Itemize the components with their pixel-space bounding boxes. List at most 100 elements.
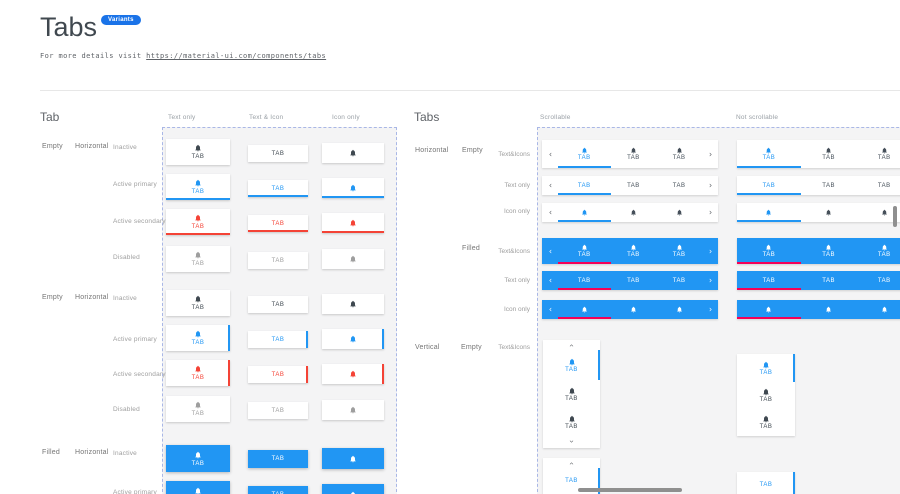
- tab[interactable]: TAB: [737, 176, 801, 195]
- tab-card[interactable]: TAB: [248, 180, 308, 197]
- tab-card[interactable]: TAB: [166, 174, 230, 200]
- tab[interactable]: [611, 203, 657, 222]
- scroll-down-button[interactable]: [543, 436, 600, 446]
- tab-card[interactable]: TAB: [248, 331, 308, 348]
- tab-card[interactable]: [322, 294, 384, 314]
- tab-card[interactable]: TAB: [248, 450, 308, 468]
- tab[interactable]: TAB: [856, 140, 900, 168]
- tab-card[interactable]: [322, 448, 384, 469]
- tab[interactable]: TAB: [801, 176, 857, 195]
- tab[interactable]: TAB: [611, 176, 657, 195]
- tab-card[interactable]: TAB: [248, 486, 308, 494]
- chevron-left-icon: [547, 182, 554, 189]
- tab-card[interactable]: TAB: [166, 209, 230, 235]
- tab-label: TAB: [192, 224, 205, 230]
- scroll-right-button[interactable]: [702, 271, 718, 290]
- tab-card[interactable]: [322, 143, 384, 163]
- tab[interactable]: TAB: [558, 238, 611, 264]
- tab[interactable]: [611, 300, 657, 319]
- scroll-up-button[interactable]: [543, 458, 600, 468]
- scroll-right-button[interactable]: [702, 203, 718, 222]
- tab-card[interactable]: [322, 364, 384, 384]
- bell-icon: [630, 244, 637, 251]
- scroll-right-button[interactable]: [702, 238, 718, 264]
- tab[interactable]: TAB: [737, 382, 795, 409]
- tab-label: TAB: [192, 154, 205, 160]
- docs-link[interactable]: https://material-ui.com/components/tabs: [146, 52, 326, 60]
- tab[interactable]: TAB: [801, 140, 857, 168]
- tab[interactable]: TAB: [611, 271, 657, 290]
- tab-card[interactable]: TAB: [166, 290, 230, 316]
- tab[interactable]: TAB: [737, 472, 795, 494]
- tab-card[interactable]: TAB: [166, 445, 230, 472]
- group-orientation-label: Horizontal: [75, 294, 109, 301]
- tab[interactable]: TAB: [543, 350, 600, 380]
- tab[interactable]: TAB: [737, 354, 795, 382]
- tab[interactable]: TAB: [543, 380, 600, 408]
- tab-card[interactable]: TAB: [248, 145, 308, 162]
- tab[interactable]: [801, 300, 857, 319]
- scroll-left-button[interactable]: [542, 238, 558, 264]
- tab-card[interactable]: TAB: [166, 246, 230, 272]
- tab[interactable]: [656, 300, 702, 319]
- tab[interactable]: [737, 203, 801, 222]
- scroll-right-button[interactable]: [702, 300, 718, 319]
- tab[interactable]: [856, 300, 900, 319]
- tab[interactable]: TAB: [737, 140, 801, 168]
- scroll-left-button[interactable]: [542, 271, 558, 290]
- active-indicator: [322, 231, 384, 233]
- tab[interactable]: TAB: [543, 408, 600, 436]
- tab-card[interactable]: TAB: [248, 215, 308, 232]
- tab-label: TAB: [822, 183, 835, 189]
- tab[interactable]: TAB: [611, 140, 657, 168]
- tab[interactable]: TAB: [737, 238, 801, 264]
- tab-card[interactable]: TAB: [166, 139, 230, 165]
- tab[interactable]: TAB: [801, 238, 857, 264]
- active-indicator: [248, 195, 308, 197]
- horizontal-scrollbar[interactable]: [578, 488, 682, 492]
- tab[interactable]: TAB: [856, 176, 900, 195]
- tab-card[interactable]: [322, 213, 384, 233]
- tab-card[interactable]: TAB: [166, 481, 230, 494]
- tab-card[interactable]: TAB: [166, 396, 230, 422]
- tab[interactable]: TAB: [558, 176, 611, 195]
- tab[interactable]: [558, 203, 611, 222]
- tab-card[interactable]: TAB: [166, 325, 230, 351]
- tab-card[interactable]: TAB: [248, 402, 308, 419]
- state-label: Disabled: [113, 406, 140, 413]
- tab[interactable]: [558, 300, 611, 319]
- tab-card[interactable]: [322, 178, 384, 198]
- tab-card[interactable]: [322, 249, 384, 269]
- scroll-right-button[interactable]: [702, 176, 718, 195]
- vertical-scrollbar[interactable]: [893, 206, 897, 227]
- tab[interactable]: TAB: [558, 140, 611, 168]
- tab[interactable]: TAB: [737, 409, 795, 436]
- tab[interactable]: [801, 203, 857, 222]
- tab-card[interactable]: TAB: [248, 296, 308, 313]
- tab-card[interactable]: TAB: [248, 366, 308, 383]
- tab[interactable]: TAB: [737, 271, 801, 290]
- tab-card[interactable]: [322, 400, 384, 420]
- tab[interactable]: TAB: [856, 271, 900, 290]
- tab[interactable]: TAB: [611, 238, 657, 264]
- tab[interactable]: TAB: [656, 238, 702, 264]
- tab[interactable]: [737, 300, 801, 319]
- tab-card[interactable]: [322, 329, 384, 349]
- tab-card[interactable]: [322, 484, 384, 494]
- scroll-left-button[interactable]: [542, 203, 558, 222]
- tab[interactable]: TAB: [656, 176, 702, 195]
- tab[interactable]: TAB: [656, 140, 702, 168]
- tab-card[interactable]: TAB: [166, 360, 230, 386]
- scroll-left-button[interactable]: [542, 300, 558, 319]
- tab[interactable]: [656, 203, 702, 222]
- scroll-up-button[interactable]: [543, 340, 600, 350]
- tab[interactable]: TAB: [656, 271, 702, 290]
- tab[interactable]: TAB: [856, 238, 900, 264]
- tab[interactable]: TAB: [558, 271, 611, 290]
- tab-card[interactable]: TAB: [248, 252, 308, 269]
- active-indicator: [228, 325, 230, 351]
- scroll-right-button[interactable]: [702, 140, 718, 168]
- scroll-left-button[interactable]: [542, 176, 558, 195]
- scroll-left-button[interactable]: [542, 140, 558, 168]
- tab[interactable]: TAB: [801, 271, 857, 290]
